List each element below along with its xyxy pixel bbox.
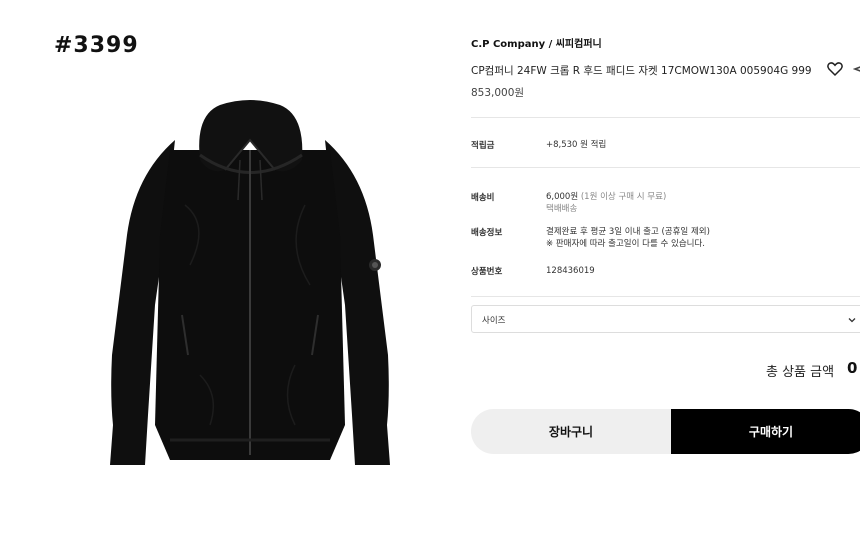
add-to-cart-button[interactable]: 장바구니 — [471, 409, 671, 454]
shipping-fee-note: (1원 이상 구매 시 무료) — [580, 192, 667, 202]
delivery-info-line2: ※ 판매자에 따라 출고일이 다를 수 있습니다. — [546, 239, 705, 249]
points-value: +8,530 원 적립 — [546, 140, 607, 150]
product-title: CP컴퍼니 24FW 크롭 R 후드 패디드 자켓 17CMOW130A 005… — [471, 65, 812, 77]
product-image[interactable] — [90, 95, 410, 475]
brand-link[interactable]: C.P Company / 씨피컴퍼니 — [471, 35, 602, 50]
divider — [471, 167, 860, 168]
shipping-method: 택배배송 — [546, 204, 578, 214]
product-price: 853,000원 — [471, 87, 525, 99]
delivery-info-line1: 결제완료 후 평균 3일 이내 출고 (공휴일 제외) — [546, 227, 710, 237]
points-label: 적립금 — [471, 141, 495, 151]
delivery-info-label: 배송정보 — [471, 228, 503, 238]
product-number: #3399 — [54, 33, 139, 58]
shipping-value: 6,000원 (1원 이상 구매 시 무료) 택배배송 — [546, 191, 666, 215]
product-info-panel: C.P Company / 씨피컴퍼니 CP컴퍼니 24FW 크롭 R 후드 패… — [471, 0, 860, 548]
buy-now-button[interactable]: 구매하기 — [671, 409, 860, 454]
delivery-info-value: 결제완료 후 평균 3일 이내 출고 (공휴일 제외) ※ 판매자에 따라 출고… — [546, 226, 710, 250]
total-label: 총 상품 금액 — [766, 365, 835, 380]
shipping-fee: 6,000원 — [546, 192, 579, 202]
divider — [471, 296, 860, 297]
size-select-label: 사이즈 — [482, 316, 506, 326]
total-value: 0 — [847, 359, 858, 377]
divider — [471, 117, 860, 118]
share-icon[interactable] — [853, 60, 860, 78]
shipping-label: 배송비 — [471, 193, 495, 203]
chevron-down-icon — [848, 318, 856, 323]
size-select[interactable]: 사이즈 — [471, 305, 860, 333]
product-code-label: 상품번호 — [471, 267, 503, 277]
product-code-value: 128436019 — [546, 266, 595, 276]
heart-icon[interactable] — [826, 60, 844, 78]
product-page: #3399 C.P Company / 씨피컴퍼니 CP컴퍼니 24FW 크롭 … — [0, 0, 860, 548]
